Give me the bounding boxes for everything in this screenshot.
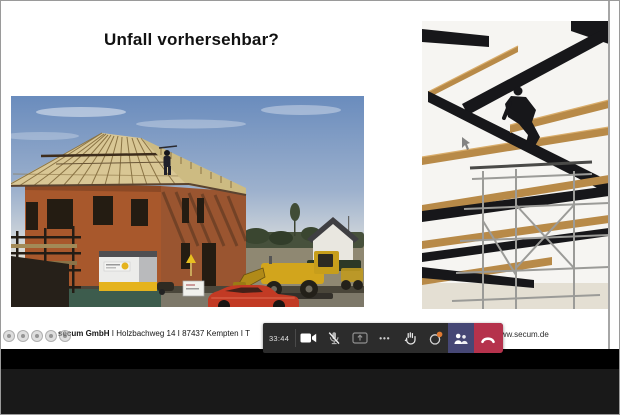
share-screen-button[interactable] [347,323,372,353]
reactions-icon [428,331,443,346]
slide-footer: secum GmbH I Holzbachweg 14 I 87437 Kemp… [58,329,250,338]
reactions-button[interactable] [423,323,448,353]
hang-up-icon [479,332,497,345]
construction-house-photo [11,96,364,307]
more-options-button[interactable]: ••• [372,323,397,353]
share-screen-icon [352,332,368,344]
annotation-eraser-icon[interactable] [45,330,57,342]
raise-hand-icon [404,331,417,345]
footer-address: I Holzbachweg 14 I 87437 Kempten I T [110,329,250,338]
meeting-window: Unfall vorhersehbar? [0,0,620,415]
participant-strip: B AK OA PL Löchle, Peter [1,369,620,415]
raise-hand-button[interactable] [398,323,423,353]
microphone-muted-button[interactable] [322,323,347,353]
annotation-toolbar [3,330,71,342]
hang-up-button[interactable] [474,323,503,353]
footer-website: www.secum.de [495,330,549,339]
meeting-timer: 33:44 [263,323,295,353]
mic-off-icon [327,331,341,345]
steel-beams-photo [422,21,609,309]
presentation-slide: Unfall vorhersehbar? [1,1,619,349]
camera-icon [300,332,317,344]
notification-badge [437,331,443,337]
annotation-pen-icon[interactable] [3,330,15,342]
annotation-highlighter-icon[interactable] [17,330,29,342]
meeting-control-bar: 33:44 ••• [263,323,503,353]
annotation-more-icon[interactable] [59,330,71,342]
site-container [99,251,157,291]
slide-window-edge [608,1,610,349]
slide-title: Unfall vorhersehbar? [104,30,279,50]
annotation-magnifier-icon[interactable] [31,330,43,342]
more-options-icon: ••• [379,334,390,343]
people-icon [453,332,468,345]
camera-button[interactable] [296,323,321,353]
participants-button[interactable] [448,323,473,353]
